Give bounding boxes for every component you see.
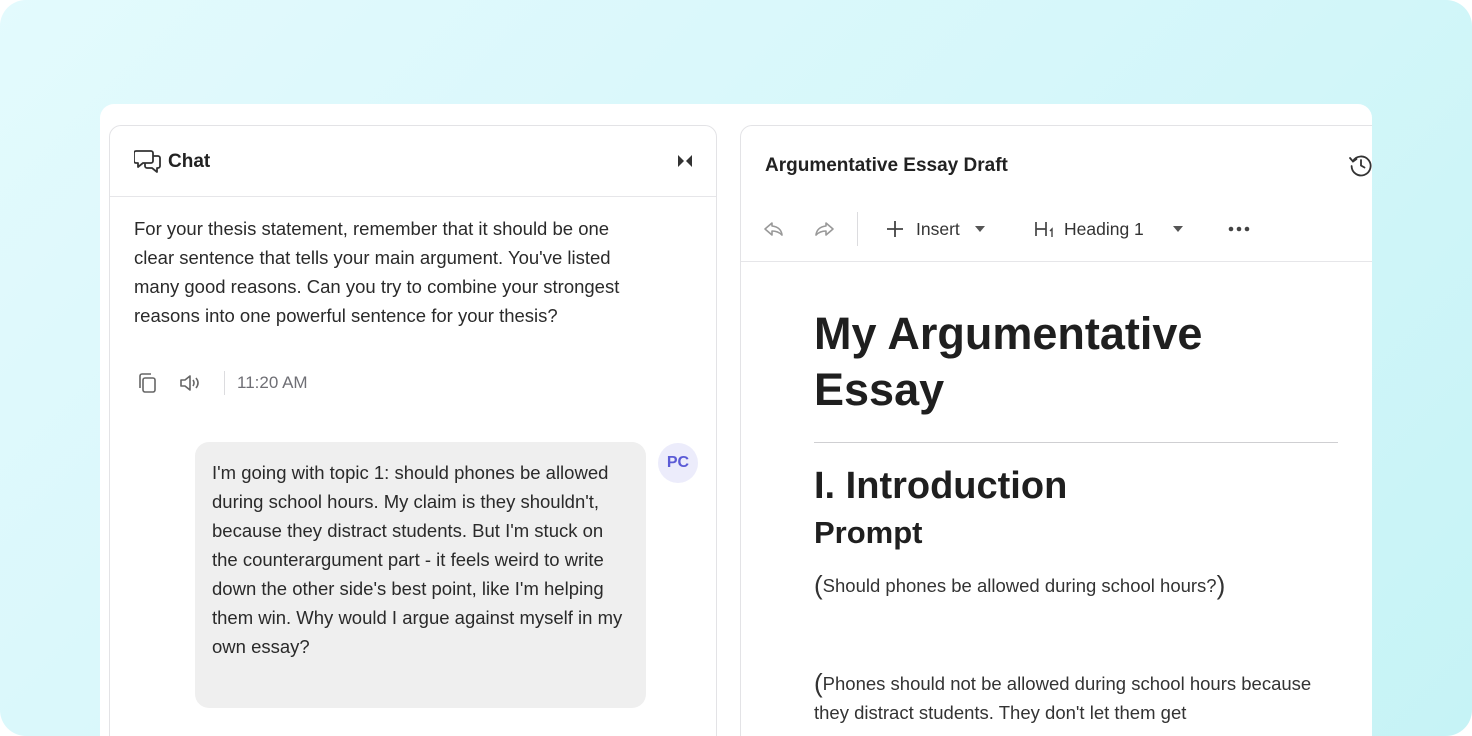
redo-button[interactable]: [813, 196, 835, 262]
more-icon: [1228, 226, 1250, 232]
chat-panel: Chat For your thesis statement, remember…: [109, 125, 717, 736]
editor-panel: Argumentative Essay Draft Insert Heading…: [740, 125, 1372, 736]
chat-header: Chat: [110, 126, 716, 197]
plus-icon: [887, 221, 903, 237]
heading-style-dropdown[interactable]: Heading 1: [1033, 196, 1184, 262]
essay-title: My Argumentative Essay: [814, 308, 1203, 415]
message-actions: 11:20 AM: [136, 371, 308, 395]
page-background: Chat For your thesis statement, remember…: [0, 0, 1472, 736]
user-avatar: PC: [658, 443, 698, 483]
assistant-message: For your thesis statement, remember that…: [134, 218, 620, 326]
section-heading: I. Introduction: [814, 465, 1068, 507]
speaker-icon[interactable]: [178, 372, 202, 394]
document-body[interactable]: My Argumentative Essay I. Introduction P…: [814, 306, 1338, 727]
thesis-paragraph: (Phones should not be allowed during sch…: [814, 668, 1312, 724]
chevron-down-icon: [1172, 226, 1183, 232]
message-timestamp: 11:20 AM: [237, 373, 308, 392]
chat-title: Chat: [168, 151, 211, 172]
undo-button[interactable]: [763, 196, 785, 262]
title-divider: [814, 442, 1338, 443]
history-icon[interactable]: [1348, 152, 1372, 178]
document-title: Argumentative Essay Draft: [765, 155, 1008, 176]
chevron-down-icon: [974, 226, 985, 232]
toolbar-divider: [857, 212, 858, 246]
heading-style-label: Heading 1: [1064, 218, 1144, 239]
copy-icon[interactable]: [136, 372, 160, 394]
prompt-text: Should phones be allowed during school h…: [822, 575, 1217, 596]
undo-icon: [764, 222, 783, 236]
user-message-bubble: I'm going with topic 1: should phones be…: [195, 442, 646, 708]
prompt-text-paragraph: (Should phones be allowed during school …: [814, 570, 1226, 600]
insert-label: Insert: [916, 218, 960, 239]
redo-icon: [815, 222, 834, 236]
chat-bubbles-icon: [134, 150, 161, 173]
collapse-icon[interactable]: [676, 153, 694, 169]
thesis-text: Phones should not be allowed during scho…: [814, 673, 1312, 723]
editor-toolbar: Insert Heading 1: [741, 196, 1372, 262]
actions-divider: [224, 371, 225, 395]
more-options-button[interactable]: [1228, 196, 1250, 262]
heading-icon: [1035, 222, 1053, 237]
prompt-subheading: Prompt: [814, 515, 923, 550]
insert-menu-button[interactable]: Insert: [885, 196, 986, 262]
app-window: Chat For your thesis statement, remember…: [100, 104, 1372, 736]
